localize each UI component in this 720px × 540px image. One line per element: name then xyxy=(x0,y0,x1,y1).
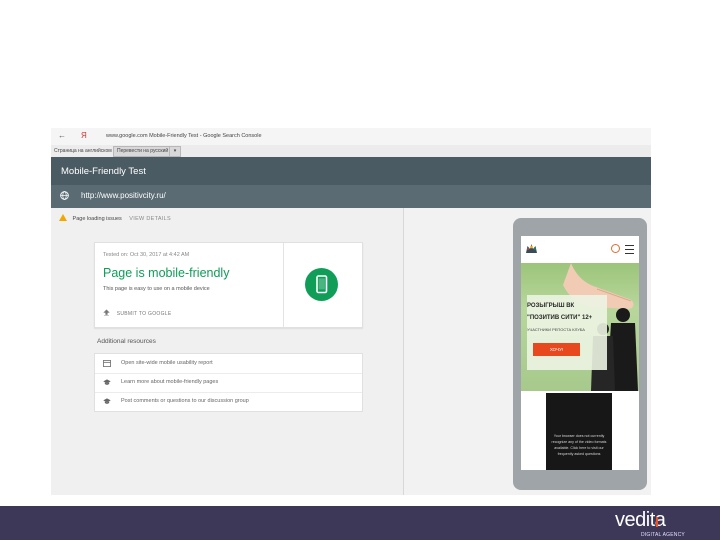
translate-options-button[interactable]: ▾ xyxy=(169,146,181,157)
search-icon[interactable] xyxy=(611,244,620,253)
result-subtitle: This page is easy to use on a mobile dev… xyxy=(103,286,210,292)
list-item[interactable]: Post comments or questions to our discus… xyxy=(95,392,362,411)
tested-url-bar: http://www.positivcity.ru/ xyxy=(51,185,651,208)
result-title: Page is mobile-friendly xyxy=(103,266,230,280)
browser-toolbar: ← Я www.google.com Mobile-Friendly Test … xyxy=(51,128,651,146)
resources-list: Open site-wide mobile usability report L… xyxy=(94,353,363,412)
tested-url: http://www.positivcity.ru/ xyxy=(81,191,166,200)
page-loading-issues: Page loading issues VIEW DETAILS xyxy=(59,214,171,222)
yandex-icon[interactable]: Я xyxy=(81,131,87,140)
upload-icon xyxy=(103,309,110,316)
submit-to-google-button[interactable]: SUBMIT TO GOOGLE xyxy=(103,309,172,317)
list-item[interactable]: Open site-wide mobile usability report xyxy=(95,354,362,374)
list-item-label: Learn more about mobile-friendly pages xyxy=(121,379,219,385)
video-unsupported-message: Your browser does not currently recogniz… xyxy=(551,434,607,456)
list-item-label: Post comments or questions to our discus… xyxy=(121,398,249,404)
school-icon xyxy=(103,379,111,385)
issues-label: Page loading issues xyxy=(72,216,122,222)
site-header xyxy=(521,236,639,263)
video-placeholder: Your browser does not currently recogniz… xyxy=(546,393,612,470)
card-divider xyxy=(283,243,284,327)
footer-bar: vedita DIGITAL AGENCY xyxy=(0,506,720,540)
promo-title: РОЗЫГРЫШ ВК xyxy=(527,303,575,309)
report-icon xyxy=(103,360,111,367)
translate-button[interactable]: Перевести на русский xyxy=(113,146,173,157)
brand-tagline: DIGITAL AGENCY xyxy=(641,532,685,538)
tested-on-timestamp: Tested on: Oct 30, 2017 at 4:42 AM xyxy=(103,252,190,258)
submit-label: SUBMIT TO GOOGLE xyxy=(116,311,172,317)
view-details-link[interactable]: VIEW DETAILS xyxy=(129,216,171,222)
promo-subtitle: "ПОЗИТИВ СИТИ" 12+ xyxy=(527,315,593,321)
brand-accent xyxy=(656,517,658,527)
additional-resources-heading: Additional resources xyxy=(97,338,156,345)
mobile-friendly-badge xyxy=(305,268,338,301)
app-title: Mobile-Friendly Test xyxy=(61,166,146,177)
result-card: Tested on: Oct 30, 2017 at 4:42 AM Page … xyxy=(94,242,363,328)
globe-icon xyxy=(60,191,69,200)
address-bar[interactable]: www.google.com Mobile-Friendly Test - Go… xyxy=(106,131,506,142)
warning-icon xyxy=(59,214,67,221)
translate-bar-text: Страница на английском xyxy=(54,148,112,154)
back-button[interactable]: ← xyxy=(58,131,66,140)
hamburger-menu-icon[interactable] xyxy=(625,245,634,254)
hero-banner: РОЗЫГРЫШ ВК "ПОЗИТИВ СИТИ" 12+ УЧАСТНИКИ… xyxy=(521,263,639,391)
site-logo-icon xyxy=(526,244,537,253)
school-icon xyxy=(103,398,111,404)
phone-preview-screen[interactable]: РОЗЫГРЫШ ВК "ПОЗИТИВ СИТИ" 12+ УЧАСТНИКИ… xyxy=(521,236,639,470)
promo-button[interactable]: ХОЧУ! xyxy=(533,343,580,356)
promo-caption: УЧАСТНИКИ РЕПОСТА КЛУБА xyxy=(527,327,585,332)
list-item-label: Open site-wide mobile usability report xyxy=(121,360,213,366)
app-header: Mobile-Friendly Test xyxy=(51,157,651,185)
smartphone-icon xyxy=(316,275,328,294)
list-item[interactable]: Learn more about mobile-friendly pages xyxy=(95,373,362,393)
